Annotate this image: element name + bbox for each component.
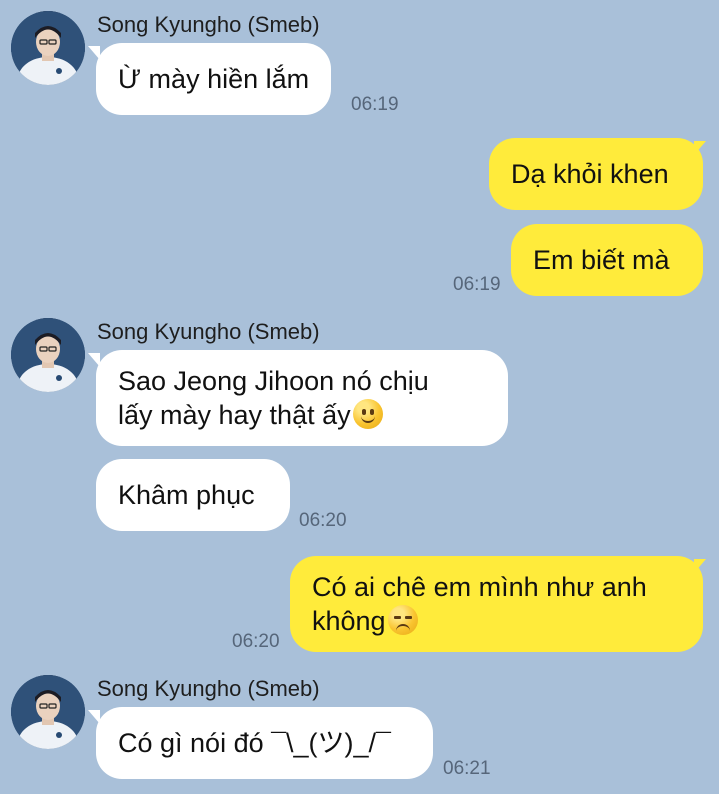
message-text-line: Sao Jeong Jihoon nó chịu bbox=[118, 366, 429, 396]
message-text-line: Có ai chê em mình như anh bbox=[312, 572, 647, 602]
message-text: Dạ khỏi khen bbox=[511, 159, 669, 189]
message-bubble-incoming[interactable]: Sao Jeong Jihoon nó chịu lấy mày hay thậ… bbox=[96, 350, 508, 446]
message-text-line-with-emoji: lấy mày hay thật ấy bbox=[118, 398, 486, 432]
message-text: Em biết mà bbox=[533, 245, 670, 275]
message-timestamp: 06:21 bbox=[443, 758, 491, 779]
message-timestamp: 06:20 bbox=[232, 631, 280, 652]
message-text: Có gì nói đó ¯\_(ツ)_/¯ bbox=[118, 728, 391, 758]
sender-avatar[interactable] bbox=[11, 675, 85, 749]
message-bubble-incoming[interactable]: Có gì nói đó ¯\_(ツ)_/¯ bbox=[96, 707, 433, 779]
sender-name: Song Kyungho (Smeb) bbox=[97, 676, 320, 701]
message-bubble-outgoing[interactable]: Em biết mà bbox=[511, 224, 703, 296]
message-text: lấy mày hay thật ấy bbox=[118, 400, 351, 430]
slightly-smiling-face-icon bbox=[352, 399, 383, 429]
message-timestamp: 06:19 bbox=[453, 274, 501, 295]
message-text-line-with-emoji: không bbox=[312, 604, 681, 638]
message-bubble-outgoing[interactable]: Dạ khỏi khen bbox=[489, 138, 703, 210]
message-timestamp: 06:19 bbox=[351, 94, 399, 115]
message-text: Ừ mày hiền lắm bbox=[118, 64, 310, 94]
message-bubble-outgoing[interactable]: Có ai chê em mình như anh không bbox=[290, 556, 703, 652]
message-bubble-incoming[interactable]: Khâm phục bbox=[96, 459, 290, 531]
sender-name: Song Kyungho (Smeb) bbox=[97, 319, 320, 344]
sender-avatar[interactable] bbox=[11, 11, 85, 85]
chat-window: Song Kyungho (Smeb) Ừ mày hiền lắm 06:19… bbox=[0, 0, 719, 794]
unamused-face-icon bbox=[387, 605, 418, 635]
sender-avatar[interactable] bbox=[11, 318, 85, 392]
sender-name: Song Kyungho (Smeb) bbox=[97, 12, 320, 37]
message-bubble-incoming[interactable]: Ừ mày hiền lắm bbox=[96, 43, 332, 115]
message-text: không bbox=[312, 606, 386, 636]
message-text: Khâm phục bbox=[118, 480, 255, 510]
message-timestamp: 06:20 bbox=[299, 510, 347, 531]
